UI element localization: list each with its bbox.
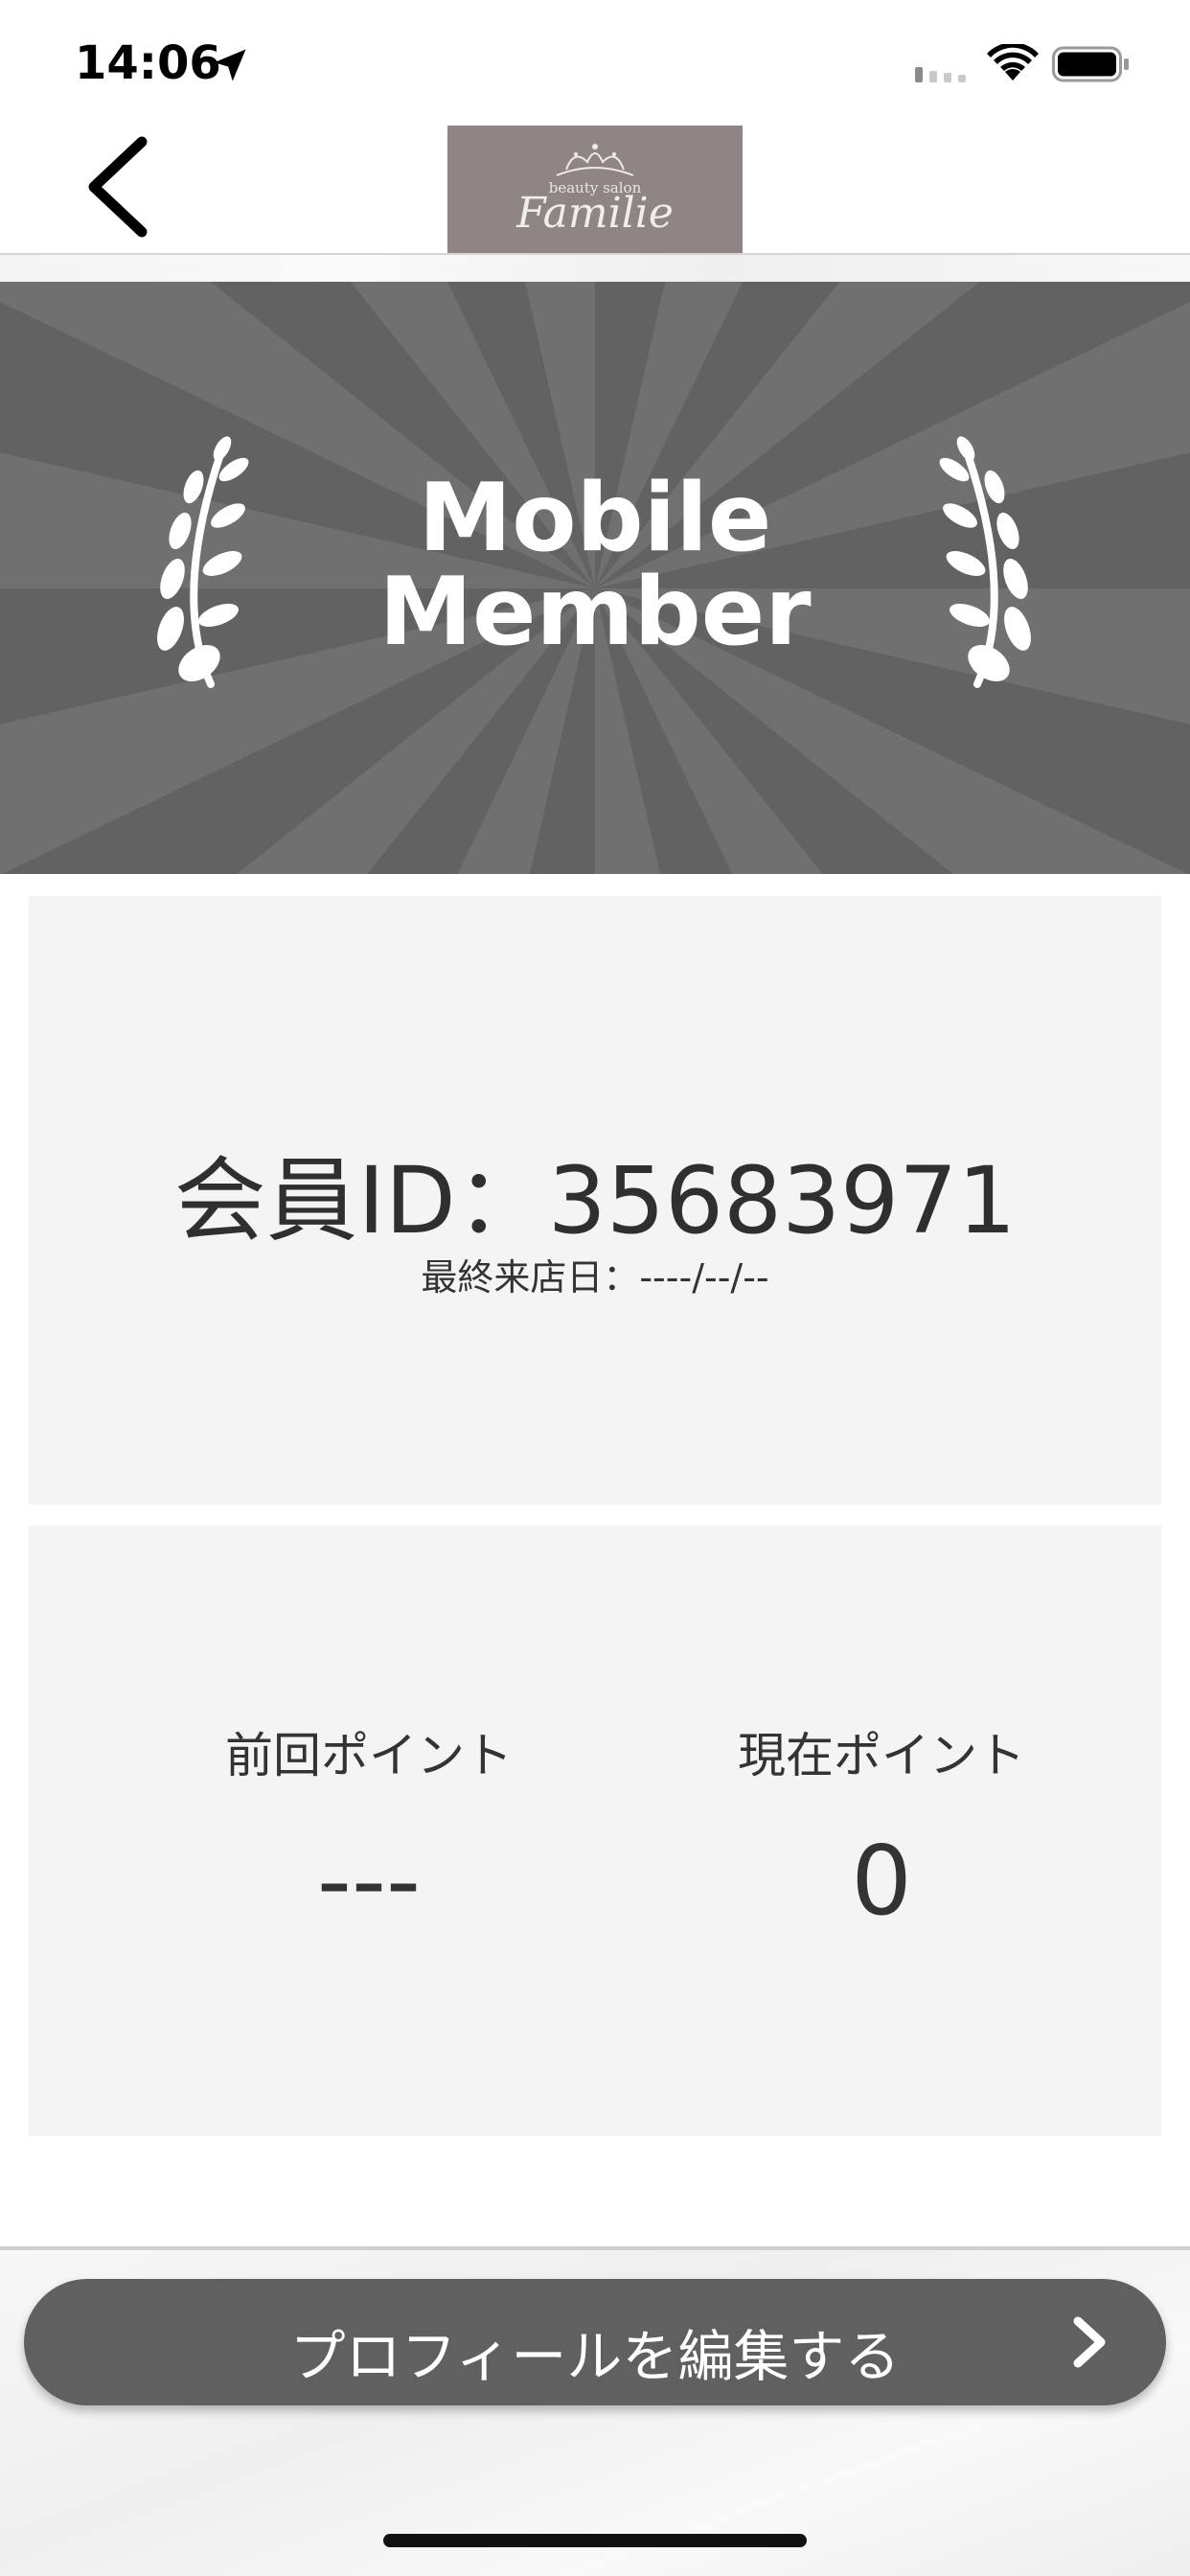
battery-icon <box>1052 46 1129 82</box>
home-indicator <box>383 2534 807 2547</box>
member-id: 会員ID：35683971 <box>173 1147 1017 1254</box>
brand-logo: beauty salon Familie <box>447 126 743 253</box>
back-button[interactable] <box>67 134 172 240</box>
wifi-icon <box>987 44 1039 80</box>
edit-profile-button[interactable]: プロフィールを編集する <box>24 2279 1166 2405</box>
banner-title-line2: Member <box>378 558 812 667</box>
location-arrow-icon <box>214 49 246 81</box>
current-points-value: 0 <box>851 1825 912 1937</box>
brand-name: Familie <box>516 189 674 238</box>
member-banner: Mobile Member <box>0 282 1190 874</box>
previous-points-value: --- <box>316 1825 422 1937</box>
signal-icon <box>915 67 966 82</box>
crown-ornament-icon <box>556 144 634 176</box>
banner-title-line1: Mobile <box>418 464 772 573</box>
current-points-label: 現在ポイント <box>738 1728 1025 1783</box>
last-visit-date: 最終来店日：----/--/-- <box>421 1256 769 1299</box>
chevron-left-icon <box>88 136 148 238</box>
chevron-right-icon <box>1073 2316 1106 2368</box>
status-time: 14:06 <box>75 36 221 90</box>
background-texture <box>0 255 1190 282</box>
member-id-card: 会員ID：35683971 最終来店日：----/--/-- <box>29 896 1161 1505</box>
points-card: 前回ポイント --- 現在ポイント 0 <box>29 1526 1161 2136</box>
edit-profile-label: プロフィールを編集する <box>289 2324 901 2389</box>
previous-points-label: 前回ポイント <box>225 1728 513 1783</box>
